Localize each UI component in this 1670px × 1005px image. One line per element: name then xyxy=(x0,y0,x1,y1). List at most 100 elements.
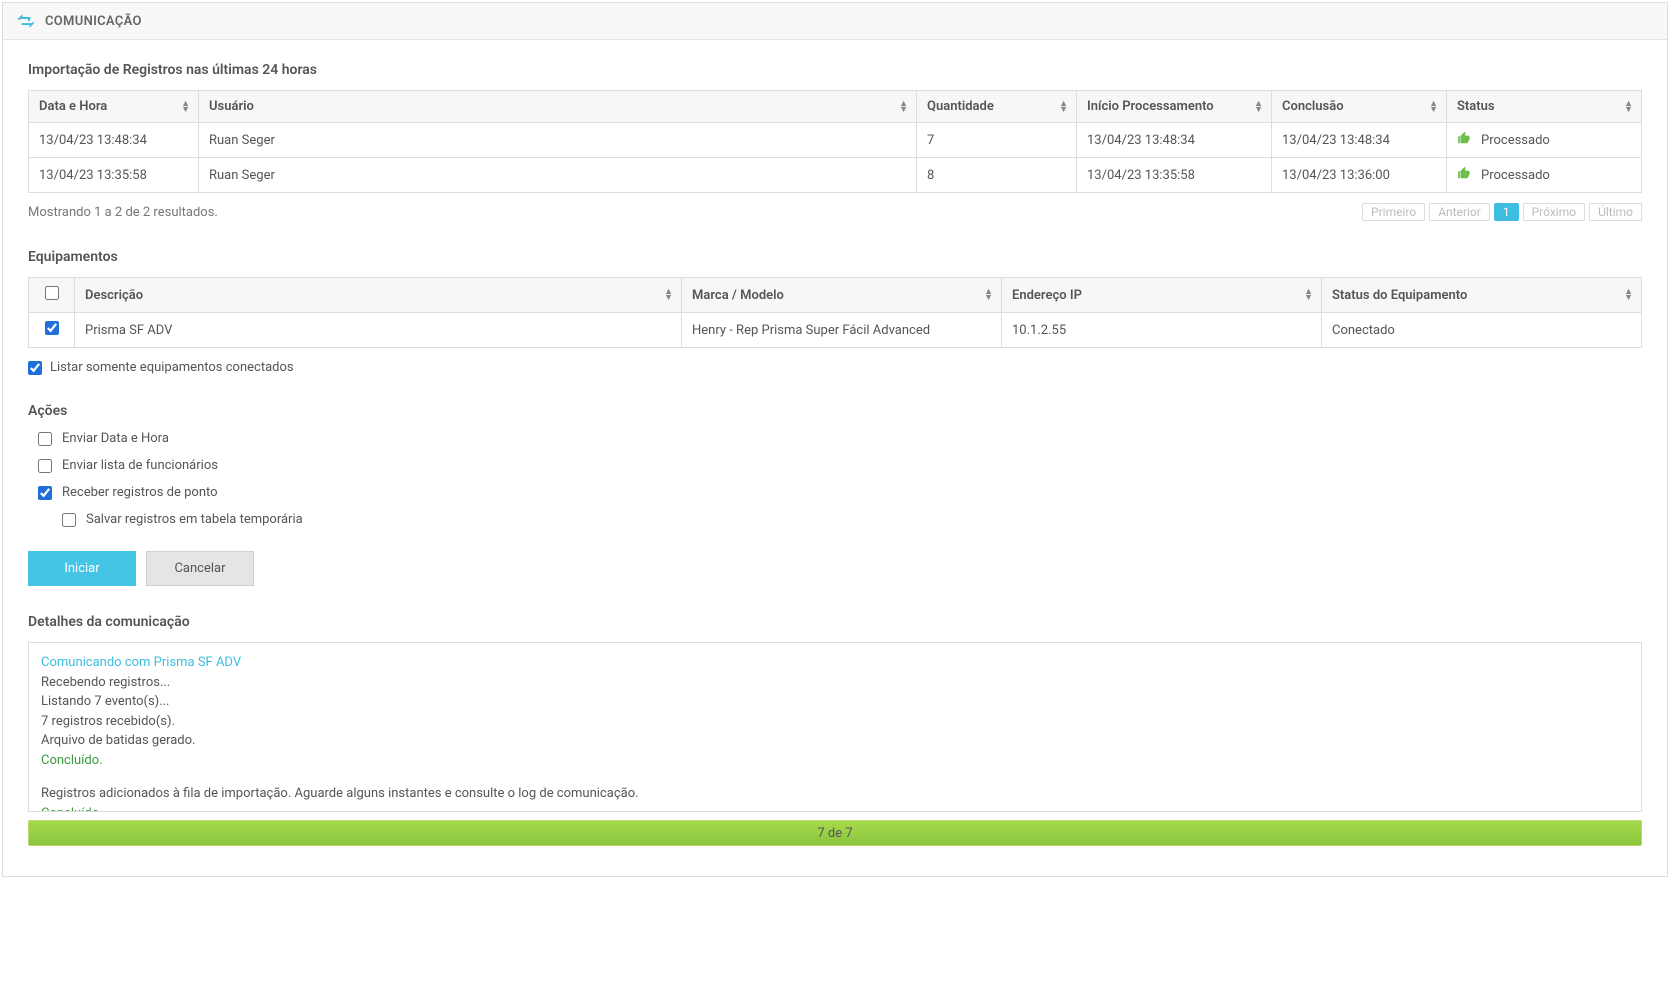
cell-datetime: 13/04/23 13:35:58 xyxy=(29,158,199,193)
table-row: 13/04/23 13:48:34 Ruan Seger 7 13/04/23 … xyxy=(29,123,1642,158)
page-prev-button[interactable]: Anterior xyxy=(1429,203,1490,221)
filter-connected-checkbox[interactable] xyxy=(28,361,42,375)
log-line: Comunicando com Prisma SF ADV xyxy=(41,653,1629,673)
cell-status: Processado xyxy=(1447,123,1642,158)
details-title: Detalhes da comunicação xyxy=(28,614,1642,630)
col-ip[interactable]: Endereço IP ▲▼ xyxy=(1002,278,1322,313)
log-line: Concluído. xyxy=(41,751,1629,771)
action-send-datetime[interactable]: Enviar Data e Hora xyxy=(38,431,1642,446)
col-start-label: Início Processamento xyxy=(1087,99,1214,114)
send-datetime-label: Enviar Data e Hora xyxy=(62,431,169,446)
sort-icon: ▲▼ xyxy=(1254,101,1263,113)
sync-icon xyxy=(17,12,35,30)
imports-title: Importação de Registros nas últimas 24 h… xyxy=(28,62,1642,78)
send-employees-label: Enviar lista de funcionários xyxy=(62,458,218,473)
receive-records-checkbox[interactable] xyxy=(38,486,52,500)
cell-status: Processado xyxy=(1447,158,1642,193)
sort-icon: ▲▼ xyxy=(1429,101,1438,113)
page-first-button[interactable]: Primeiro xyxy=(1362,203,1425,221)
col-description[interactable]: Descrição ▲▼ xyxy=(75,278,682,313)
col-quantity[interactable]: Quantidade ▲▼ xyxy=(917,91,1077,123)
row-checkbox[interactable] xyxy=(45,321,59,335)
log-line: Concluído. xyxy=(41,804,1629,813)
start-button[interactable]: Iniciar xyxy=(28,551,136,586)
col-equip-status[interactable]: Status do Equipamento ▲▼ xyxy=(1322,278,1642,313)
equipment-table: Descrição ▲▼ Marca / Modelo ▲▼ Endereço … xyxy=(28,277,1642,348)
log-line: Recebendo registros... xyxy=(41,673,1629,693)
progress-text: 7 de 7 xyxy=(817,826,852,841)
send-employees-checkbox[interactable] xyxy=(38,459,52,473)
col-ip-label: Endereço IP xyxy=(1012,288,1082,303)
sort-icon: ▲▼ xyxy=(1304,289,1313,301)
col-brand-label: Marca / Modelo xyxy=(692,288,784,303)
page-number-button[interactable]: 1 xyxy=(1494,203,1519,221)
col-status[interactable]: Status ▲▼ xyxy=(1447,91,1642,123)
thumbs-up-icon xyxy=(1457,166,1471,184)
cell-equip-status: Conectado xyxy=(1322,313,1642,348)
table-row: 13/04/23 13:35:58 Ruan Seger 8 13/04/23 … xyxy=(29,158,1642,193)
cell-start: 13/04/23 13:48:34 xyxy=(1077,123,1272,158)
receive-records-label: Receber registros de ponto xyxy=(62,485,218,500)
col-end-label: Conclusão xyxy=(1282,99,1344,114)
page-last-button[interactable]: Último xyxy=(1589,203,1642,221)
page-header: COMUNICAÇÃO xyxy=(3,3,1667,40)
results-text: Mostrando 1 a 2 de 2 resultados. xyxy=(28,205,218,220)
col-datetime[interactable]: Data e Hora ▲▼ xyxy=(29,91,199,123)
sort-icon: ▲▼ xyxy=(899,101,908,113)
log-line: Registros adicionados à fila de importaç… xyxy=(41,784,1629,804)
col-user[interactable]: Usuário ▲▼ xyxy=(199,91,917,123)
cell-user: Ruan Seger xyxy=(199,158,917,193)
col-start[interactable]: Início Processamento ▲▼ xyxy=(1077,91,1272,123)
cell-quantity: 7 xyxy=(917,123,1077,158)
page-title: COMUNICAÇÃO xyxy=(45,14,142,29)
action-save-temp[interactable]: Salvar registros em tabela temporária xyxy=(38,512,1642,527)
cell-brand: Henry - Rep Prisma Super Fácil Advanced xyxy=(682,313,1002,348)
col-datetime-label: Data e Hora xyxy=(39,99,107,114)
sort-icon: ▲▼ xyxy=(664,289,673,301)
col-quantity-label: Quantidade xyxy=(927,99,994,114)
action-receive-records[interactable]: Receber registros de ponto xyxy=(38,485,1642,500)
col-description-label: Descrição xyxy=(85,288,143,303)
cell-end: 13/04/23 13:36:00 xyxy=(1272,158,1447,193)
sort-icon: ▲▼ xyxy=(181,101,190,113)
page-next-button[interactable]: Próximo xyxy=(1523,203,1585,221)
sort-icon: ▲▼ xyxy=(1059,101,1068,113)
progress-bar: 7 de 7 xyxy=(28,820,1642,846)
cancel-button[interactable]: Cancelar xyxy=(146,551,254,586)
col-brand[interactable]: Marca / Modelo ▲▼ xyxy=(682,278,1002,313)
log-line: Arquivo de batidas gerado. xyxy=(41,731,1629,751)
sort-icon: ▲▼ xyxy=(1624,101,1633,113)
equipment-title: Equipamentos xyxy=(28,249,1642,265)
actions-title: Ações xyxy=(28,403,1642,419)
log-line: 7 registros recebido(s). xyxy=(41,712,1629,732)
cell-ip: 10.1.2.55 xyxy=(1002,313,1322,348)
save-temp-checkbox[interactable] xyxy=(62,513,76,527)
col-status-label: Status xyxy=(1457,99,1495,114)
cell-description: Prisma SF ADV xyxy=(75,313,682,348)
sort-icon: ▲▼ xyxy=(1624,289,1633,301)
cell-end: 13/04/23 13:48:34 xyxy=(1272,123,1447,158)
sort-icon: ▲▼ xyxy=(984,289,993,301)
col-user-label: Usuário xyxy=(209,99,254,114)
log-box[interactable]: Comunicando com Prisma SF ADV Recebendo … xyxy=(28,642,1642,812)
pagination: Primeiro Anterior 1 Próximo Último xyxy=(1362,203,1642,221)
filter-connected-label: Listar somente equipamentos conectados xyxy=(50,360,294,375)
save-temp-label: Salvar registros em tabela temporária xyxy=(86,512,303,527)
thumbs-up-icon xyxy=(1457,131,1471,149)
status-badge: Processado xyxy=(1481,168,1550,183)
select-all-checkbox[interactable] xyxy=(45,286,59,300)
col-equip-status-label: Status do Equipamento xyxy=(1332,288,1467,303)
table-row: Prisma SF ADV Henry - Rep Prisma Super F… xyxy=(29,313,1642,348)
action-send-employees[interactable]: Enviar lista de funcionários xyxy=(38,458,1642,473)
cell-quantity: 8 xyxy=(917,158,1077,193)
cell-user: Ruan Seger xyxy=(199,123,917,158)
log-line: Listando 7 evento(s)... xyxy=(41,692,1629,712)
col-end[interactable]: Conclusão ▲▼ xyxy=(1272,91,1447,123)
status-badge: Processado xyxy=(1481,133,1550,148)
cell-datetime: 13/04/23 13:48:34 xyxy=(29,123,199,158)
filter-connected-row[interactable]: Listar somente equipamentos conectados xyxy=(28,360,1642,375)
col-select-all[interactable] xyxy=(29,278,75,313)
cell-start: 13/04/23 13:35:58 xyxy=(1077,158,1272,193)
send-datetime-checkbox[interactable] xyxy=(38,432,52,446)
imports-table: Data e Hora ▲▼ Usuário ▲▼ Quantidade ▲▼ … xyxy=(28,90,1642,193)
